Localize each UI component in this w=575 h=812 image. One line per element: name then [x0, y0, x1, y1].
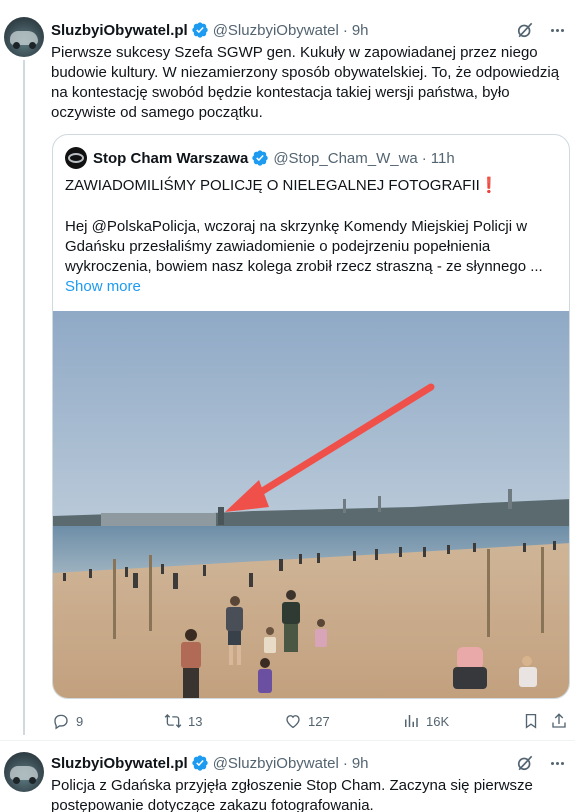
avatar-wheel — [29, 777, 36, 784]
verified-badge-icon — [192, 22, 208, 38]
heart-icon — [286, 715, 300, 729]
beach-photo[interactable] — [53, 311, 570, 699]
quoted-body-text: Hej @PolskaPolicja, wczoraj na skrzynkę … — [65, 218, 543, 275]
tweet[interactable]: SluzbyiObywatel.pl @SluzbyiObywatel · 9h… — [0, 740, 575, 812]
thread-line — [23, 60, 25, 735]
like-button[interactable]: 127 — [284, 710, 330, 732]
timestamp[interactable]: 9h — [352, 22, 369, 39]
author-name[interactable]: SluzbyiObywatel.pl — [51, 22, 188, 39]
tweet-actions: 9 13 127 16K — [52, 710, 570, 732]
quoted-author-avatar[interactable] — [65, 147, 87, 169]
views-icon — [405, 715, 418, 727]
more-options-icon[interactable] — [547, 753, 567, 773]
grok-icon[interactable] — [515, 753, 535, 773]
grok-icon[interactable] — [515, 20, 535, 40]
avatar-wheel — [29, 42, 36, 49]
views-button[interactable]: 16K — [402, 710, 449, 732]
author-handle[interactable]: @SluzbyiObywatel — [213, 22, 339, 39]
verified-badge-icon — [192, 755, 208, 771]
repost-button[interactable]: 13 — [164, 710, 202, 732]
timestamp[interactable]: 9h — [352, 755, 369, 772]
quoted-author-name[interactable]: Stop Cham Warszawa — [93, 150, 248, 167]
author-avatar[interactable] — [4, 17, 44, 57]
share-icon — [552, 713, 566, 728]
reply-button[interactable]: 9 — [52, 710, 83, 732]
exclamation-emoji: ❗ — [479, 177, 499, 194]
tweet-header: SluzbyiObywatel.pl @SluzbyiObywatel · 9h — [51, 20, 369, 40]
share-button[interactable] — [550, 710, 568, 732]
separator-dot: · — [342, 21, 348, 39]
tweet-text: Pierwsze sukcesy Szefa SGWP gen. Kukuły … — [51, 44, 560, 121]
reply-count: 9 — [76, 713, 84, 729]
reply-icon — [54, 714, 68, 730]
author-handle[interactable]: @SluzbyiObywatel — [213, 755, 339, 772]
like-count: 127 — [308, 713, 330, 729]
repost-icon — [164, 714, 182, 728]
more-options-icon[interactable] — [547, 20, 567, 40]
author-name[interactable]: SluzbyiObywatel.pl — [51, 755, 188, 772]
quoted-title: ZAWIADOMILIŚMY POLICJĘ O NIELEGALNEJ FOT… — [65, 176, 499, 196]
quoted-tweet[interactable]: Stop Cham Warszawa @Stop_Cham_W_wa · 11h… — [52, 134, 570, 699]
verified-badge-icon — [252, 150, 268, 166]
bookmark-icon — [525, 713, 537, 729]
bookmark-button[interactable] — [522, 710, 540, 732]
quoted-title-text: ZAWIADOMILIŚMY POLICJĘ O NIELEGALNEJ FOT… — [65, 177, 480, 194]
repost-count: 13 — [188, 713, 203, 729]
tweet-header: SluzbyiObywatel.pl @SluzbyiObywatel · 9h — [51, 753, 369, 773]
avatar-wheel — [13, 42, 20, 49]
separator-dot: · — [421, 149, 427, 167]
view-count: 16K — [426, 713, 450, 729]
quoted-tweet-header: Stop Cham Warszawa @Stop_Cham_W_wa · 11h — [65, 147, 455, 169]
tweet[interactable]: SluzbyiObywatel.pl @SluzbyiObywatel · 9h… — [0, 0, 575, 740]
show-more-link[interactable]: Show more — [65, 278, 141, 295]
quoted-author-handle[interactable]: @Stop_Cham_W_wa — [273, 150, 417, 167]
avatar-wheel — [13, 777, 20, 784]
quoted-timestamp[interactable]: 11h — [431, 150, 455, 167]
author-avatar[interactable] — [4, 752, 44, 792]
tweet-text: Policja z Gdańska przyjęła zgłoszenie St… — [51, 777, 533, 812]
separator-dot: · — [342, 754, 348, 772]
